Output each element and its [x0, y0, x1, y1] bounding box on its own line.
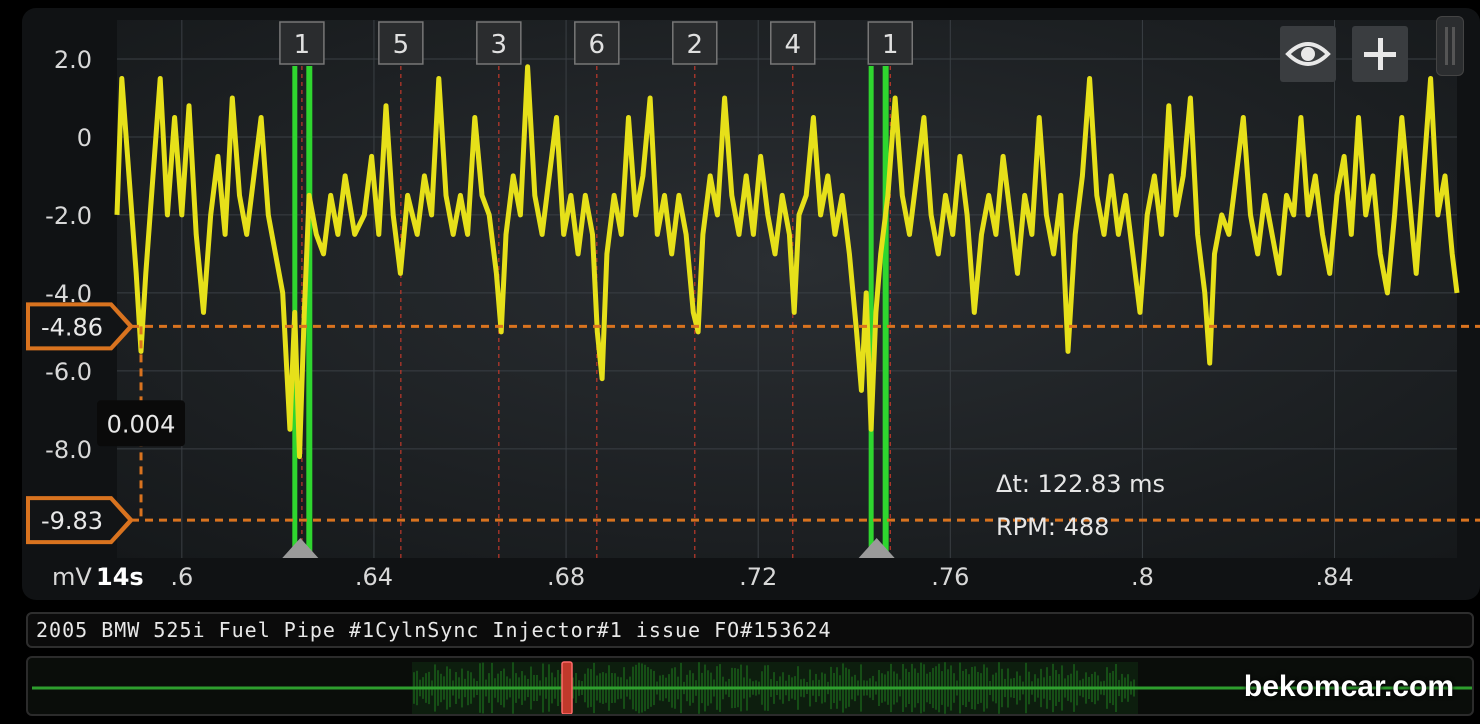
grip-handle-icon[interactable] [1436, 16, 1464, 76]
voltage-cursor-value: -9.83 [41, 507, 103, 535]
y-tick-label: -8.0 [45, 436, 92, 464]
cylinder-marker-label: 3 [491, 30, 508, 60]
oscilloscope-chart[interactable]: 2.00-2.0-4.0-6.0-8.0 .6.64.68.72.76.8.84… [0, 0, 1480, 605]
y-tick-label: -6.0 [45, 358, 92, 386]
y-tick-label: -2.0 [45, 202, 92, 230]
eye-icon[interactable] [1280, 26, 1336, 82]
cylinder-marker-label: 6 [589, 30, 606, 60]
time-scale-label[interactable]: 14s [96, 563, 144, 591]
x-tick-label: .6 [170, 563, 193, 591]
y-unit-label: mV [52, 563, 92, 591]
cylinder-marker-label: 1 [882, 30, 899, 60]
cylinder-marker-label: 4 [784, 30, 801, 60]
y-tick-label: 0 [77, 124, 92, 152]
x-tick-label: .76 [931, 563, 969, 591]
overview-window-handle[interactable] [561, 661, 573, 714]
cylinder-marker-label: 2 [687, 30, 704, 60]
caption-bar: 2005 BMW 525i Fuel Pipe #1CylnSync Injec… [26, 612, 1474, 648]
x-tick-label: .8 [1131, 563, 1154, 591]
sync-cursor-line[interactable] [868, 66, 874, 558]
cylinder-marker-label: 5 [393, 30, 410, 60]
x-tick-label: .64 [355, 563, 393, 591]
x-tick-label: .68 [547, 563, 585, 591]
caption-text: 2005 BMW 525i Fuel Pipe #1CylnSync Injec… [36, 618, 832, 642]
rpm-readout: RPM: 488 [996, 513, 1109, 541]
plus-icon[interactable] [1352, 26, 1408, 82]
y-tick-label: 2.0 [54, 46, 92, 74]
plot-area[interactable] [117, 20, 1457, 558]
watermark: bekomcar.com [1243, 670, 1454, 703]
x-tick-label: .72 [739, 563, 777, 591]
x-tick-label: .84 [1315, 563, 1353, 591]
sync-cursor-line[interactable] [306, 66, 313, 558]
voltage-cursor-value: -4.86 [41, 313, 103, 341]
sync-cursor-line[interactable] [882, 66, 889, 558]
delta-voltage-label: 0.004 [107, 410, 176, 438]
delta-time-readout: Δt: 122.83 ms [996, 470, 1165, 498]
cylinder-marker-label: 1 [294, 30, 311, 60]
